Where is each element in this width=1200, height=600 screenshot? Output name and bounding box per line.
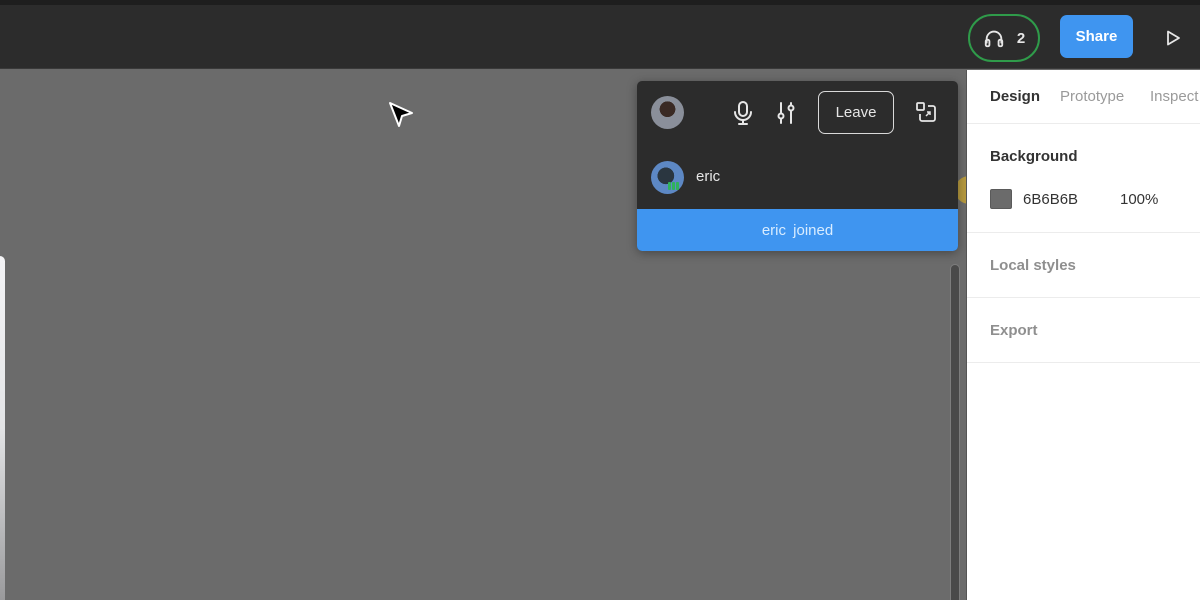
- local-styles-section[interactable]: Local styles: [967, 233, 1200, 298]
- share-button[interactable]: Share: [1060, 15, 1133, 58]
- leave-call-button[interactable]: Leave: [818, 91, 894, 134]
- background-opacity-input[interactable]: 100%: [1120, 191, 1158, 208]
- participant-name: eric: [696, 168, 721, 185]
- frame-edge[interactable]: [0, 256, 5, 600]
- background-title: Background: [990, 148, 1078, 165]
- mouse-cursor-icon: [389, 102, 413, 127]
- join-notification: eric joined: [637, 209, 958, 251]
- microphone-icon: [734, 101, 752, 125]
- background-color-swatch[interactable]: [990, 189, 1012, 209]
- audio-call-button[interactable]: 2: [968, 14, 1040, 62]
- participant-count: 2: [1016, 29, 1026, 47]
- canvas-scrollbar[interactable]: [950, 264, 960, 600]
- tab-design[interactable]: Design: [990, 88, 1040, 105]
- voice-call-panel: Leave eric eric joined: [637, 81, 958, 251]
- background-section: Background: [967, 124, 1200, 233]
- sliders-icon: [777, 102, 795, 124]
- play-icon: [1167, 30, 1180, 46]
- popout-icon: [916, 102, 936, 122]
- background-hex-input[interactable]: 6B6B6B: [1023, 191, 1078, 208]
- export-title: Export: [990, 322, 1038, 339]
- properties-panel: Design Prototype Inspect Background 6B6B…: [966, 70, 1200, 600]
- mute-button[interactable]: [732, 99, 754, 127]
- tab-prototype[interactable]: Prototype: [1060, 88, 1124, 105]
- headphones-icon: [984, 30, 1003, 48]
- audio-settings-button[interactable]: [775, 99, 797, 127]
- speaking-indicator-icon: [668, 182, 679, 190]
- self-avatar[interactable]: [651, 96, 684, 129]
- panel-tabs: Design Prototype Inspect: [967, 70, 1200, 124]
- present-button[interactable]: [1160, 25, 1186, 51]
- toolbar: 2 Share: [0, 5, 1200, 69]
- popout-button[interactable]: [914, 100, 938, 124]
- local-styles-title: Local styles: [990, 257, 1076, 274]
- export-section[interactable]: Export: [967, 298, 1200, 363]
- tab-inspect[interactable]: Inspect: [1150, 88, 1198, 105]
